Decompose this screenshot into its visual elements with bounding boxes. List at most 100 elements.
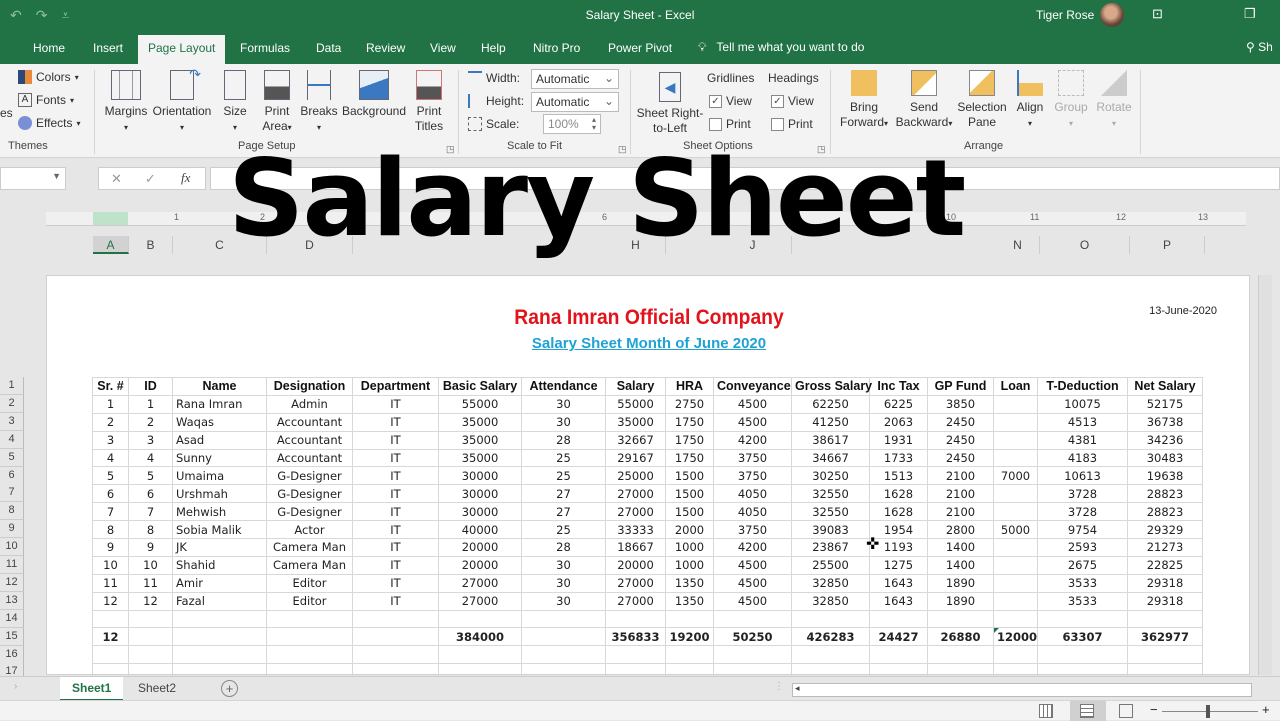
cell[interactable]: 35000 (438, 412, 522, 432)
cell[interactable]: Shahid (172, 555, 267, 575)
cell[interactable]: 27 (521, 502, 606, 522)
cell[interactable]: 3750 (713, 520, 792, 540)
cell[interactable]: 25 (521, 448, 606, 468)
page-break-preview-icon[interactable] (1119, 704, 1133, 718)
cell[interactable]: IT (352, 502, 439, 522)
themes-partial-label[interactable]: es (0, 106, 13, 120)
cell[interactable]: IT (352, 394, 439, 414)
gridlines-view-checkbox[interactable]: ✓ View (709, 94, 752, 108)
cell[interactable]: 1750 (665, 412, 714, 432)
cell[interactable]: Sr. # (92, 377, 129, 396)
cell[interactable]: 30483 (1127, 448, 1203, 468)
zoom-slider-track[interactable] (1162, 711, 1258, 712)
scale-spinner[interactable]: 100% ▴ ▾ (543, 114, 601, 134)
cell[interactable]: 2100 (927, 466, 994, 486)
cell[interactable]: 28823 (1127, 484, 1203, 504)
cell[interactable]: 426283 (791, 627, 870, 647)
cell[interactable] (927, 645, 994, 665)
enter-icon[interactable]: ✓ (145, 171, 156, 187)
cell[interactable]: 28 (521, 430, 606, 450)
cell[interactable] (352, 627, 439, 647)
cell[interactable]: Fazal (172, 591, 267, 611)
cell[interactable]: IT (352, 448, 439, 468)
rotate-button[interactable]: Rotate ▾ (1094, 70, 1134, 131)
cell[interactable]: 27000 (605, 484, 666, 504)
tab-nitro-pro[interactable]: Nitro Pro (533, 41, 580, 55)
cell[interactable] (993, 555, 1038, 575)
row-header[interactable]: 5 (0, 448, 24, 467)
cell[interactable]: IT (352, 555, 439, 575)
cell[interactable]: 1400 (927, 555, 994, 575)
row-header[interactable]: 4 (0, 430, 24, 449)
cell[interactable]: Loan (993, 377, 1038, 396)
cell[interactable] (993, 609, 1038, 629)
cell[interactable]: 30000 (438, 484, 522, 504)
cell[interactable] (521, 627, 606, 647)
cell[interactable]: 25 (521, 466, 606, 486)
cell[interactable] (521, 609, 606, 629)
cell[interactable]: 30 (521, 591, 606, 611)
cell[interactable]: Designation (266, 377, 353, 396)
cell[interactable]: 23867 (791, 538, 870, 557)
cell[interactable]: 22825 (1127, 555, 1203, 575)
cell[interactable]: 20000 (438, 538, 522, 557)
cell[interactable] (92, 609, 129, 629)
cell[interactable]: 30 (521, 555, 606, 575)
cell[interactable]: 1 (92, 394, 129, 414)
cell[interactable]: 33333 (605, 520, 666, 540)
headings-print-checkbox[interactable]: Print (771, 117, 813, 131)
cell[interactable]: 28823 (1127, 502, 1203, 522)
cell[interactable]: 10 (92, 555, 129, 575)
cell[interactable]: 3728 (1037, 484, 1128, 504)
cell[interactable]: IT (352, 430, 439, 450)
group-button[interactable]: Group ▾ (1052, 70, 1090, 131)
cell[interactable]: 12 (92, 591, 129, 611)
print-area-button[interactable]: Print Area▾ (258, 70, 296, 135)
cell[interactable] (993, 394, 1038, 414)
cell[interactable]: 1500 (665, 466, 714, 486)
cell[interactable]: 1350 (665, 573, 714, 593)
cell[interactable]: 4500 (713, 591, 792, 611)
cell[interactable]: Gross Salary (791, 377, 872, 396)
cell[interactable]: 1500 (665, 484, 714, 504)
tab-insert[interactable]: Insert (93, 41, 123, 55)
cell[interactable] (713, 609, 792, 629)
cell[interactable] (352, 609, 439, 629)
cell[interactable]: GP Fund (927, 377, 994, 396)
cell[interactable]: 7 (92, 502, 129, 522)
vertical-scrollbar[interactable] (1258, 275, 1272, 675)
cell[interactable]: 1350 (665, 591, 714, 611)
cell[interactable]: 29329 (1127, 520, 1203, 540)
cell[interactable]: 1643 (869, 591, 928, 611)
cell[interactable]: 4200 (713, 538, 792, 557)
cell[interactable] (665, 645, 714, 665)
cell[interactable]: 25500 (791, 555, 870, 575)
cell[interactable]: Camera Man (266, 555, 353, 575)
cell[interactable]: 1513 (869, 466, 928, 486)
cell[interactable]: 55000 (605, 394, 666, 414)
cell[interactable] (993, 502, 1038, 522)
cell[interactable]: 2 (128, 412, 173, 432)
cell[interactable]: 3750 (713, 466, 792, 486)
user-name[interactable]: Tiger Rose (1036, 8, 1094, 22)
cell[interactable]: JK (172, 538, 267, 557)
cell[interactable]: 4500 (713, 555, 792, 575)
cell[interactable]: 6225 (869, 394, 928, 414)
row-header[interactable]: 11 (0, 556, 24, 574)
cell[interactable] (869, 609, 928, 629)
ribbon-display-icon[interactable]: ⊡ (1152, 6, 1163, 22)
cell[interactable]: 6 (128, 484, 173, 504)
cell[interactable] (92, 645, 129, 665)
cell[interactable] (128, 609, 173, 629)
cell[interactable]: Accountant (266, 430, 353, 450)
cell[interactable]: 20000 (605, 555, 666, 575)
row-header[interactable]: 14 (0, 609, 24, 628)
breaks-button[interactable]: Breaks ▾ (300, 70, 338, 135)
cell[interactable]: 2100 (927, 484, 994, 504)
cell[interactable]: Urshmah (172, 484, 267, 504)
cell[interactable]: 4183 (1037, 448, 1128, 468)
row-header[interactable]: 9 (0, 520, 24, 539)
scroll-tabs-icon[interactable]: › (14, 681, 17, 692)
tab-power-pivot[interactable]: Power Pivot (608, 41, 672, 55)
cell[interactable]: 27000 (605, 502, 666, 522)
